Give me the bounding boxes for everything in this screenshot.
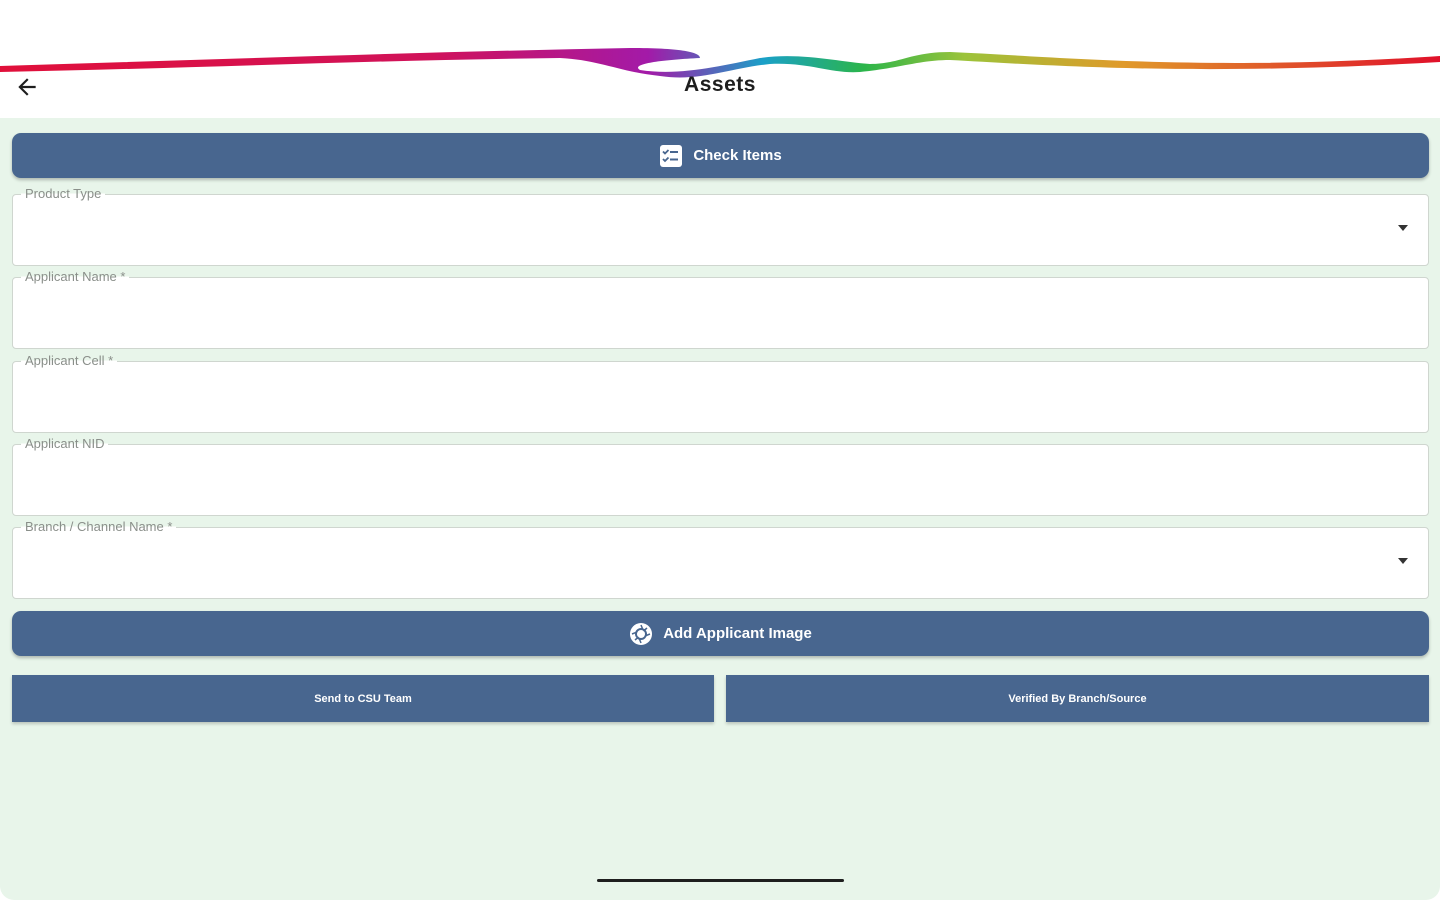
verified-by-branch-button[interactable]: Verified By Branch/Source	[726, 675, 1429, 722]
chevron-down-icon	[1398, 225, 1408, 231]
home-indicator	[597, 879, 844, 882]
applicant-name-input[interactable]: Applicant Name *	[12, 269, 1429, 349]
assets-form-panel: Check Items Product Type Applicant Name …	[0, 118, 1440, 900]
applicant-nid-label: Applicant NID	[21, 436, 109, 451]
check-items-label: Check Items	[693, 147, 782, 164]
app-screen: Assets Check Items Product Type Applican…	[0, 0, 1440, 900]
send-to-csu-label: Send to CSU Team	[314, 692, 412, 705]
applicant-cell-input[interactable]: Applicant Cell *	[12, 353, 1429, 433]
branch-channel-select[interactable]: Branch / Channel Name *	[12, 519, 1429, 599]
verified-by-branch-label: Verified By Branch/Source	[1008, 692, 1147, 705]
page-title: Assets	[684, 73, 756, 96]
chevron-down-icon	[1398, 558, 1408, 564]
camera-icon	[629, 622, 653, 646]
branch-channel-label: Branch / Channel Name *	[21, 519, 177, 534]
product-type-label: Product Type	[21, 186, 106, 201]
add-applicant-image-label: Add Applicant Image	[663, 625, 812, 642]
add-applicant-image-button[interactable]: Add Applicant Image	[12, 611, 1429, 656]
applicant-nid-input[interactable]: Applicant NID	[12, 436, 1429, 516]
checklist-icon	[659, 144, 683, 168]
send-to-csu-button[interactable]: Send to CSU Team	[12, 675, 714, 722]
check-items-button[interactable]: Check Items	[12, 133, 1429, 178]
applicant-cell-label: Applicant Cell *	[21, 353, 118, 368]
product-type-select[interactable]: Product Type	[12, 186, 1429, 266]
applicant-name-label: Applicant Name *	[21, 269, 130, 284]
app-header: Assets	[0, 0, 1440, 118]
